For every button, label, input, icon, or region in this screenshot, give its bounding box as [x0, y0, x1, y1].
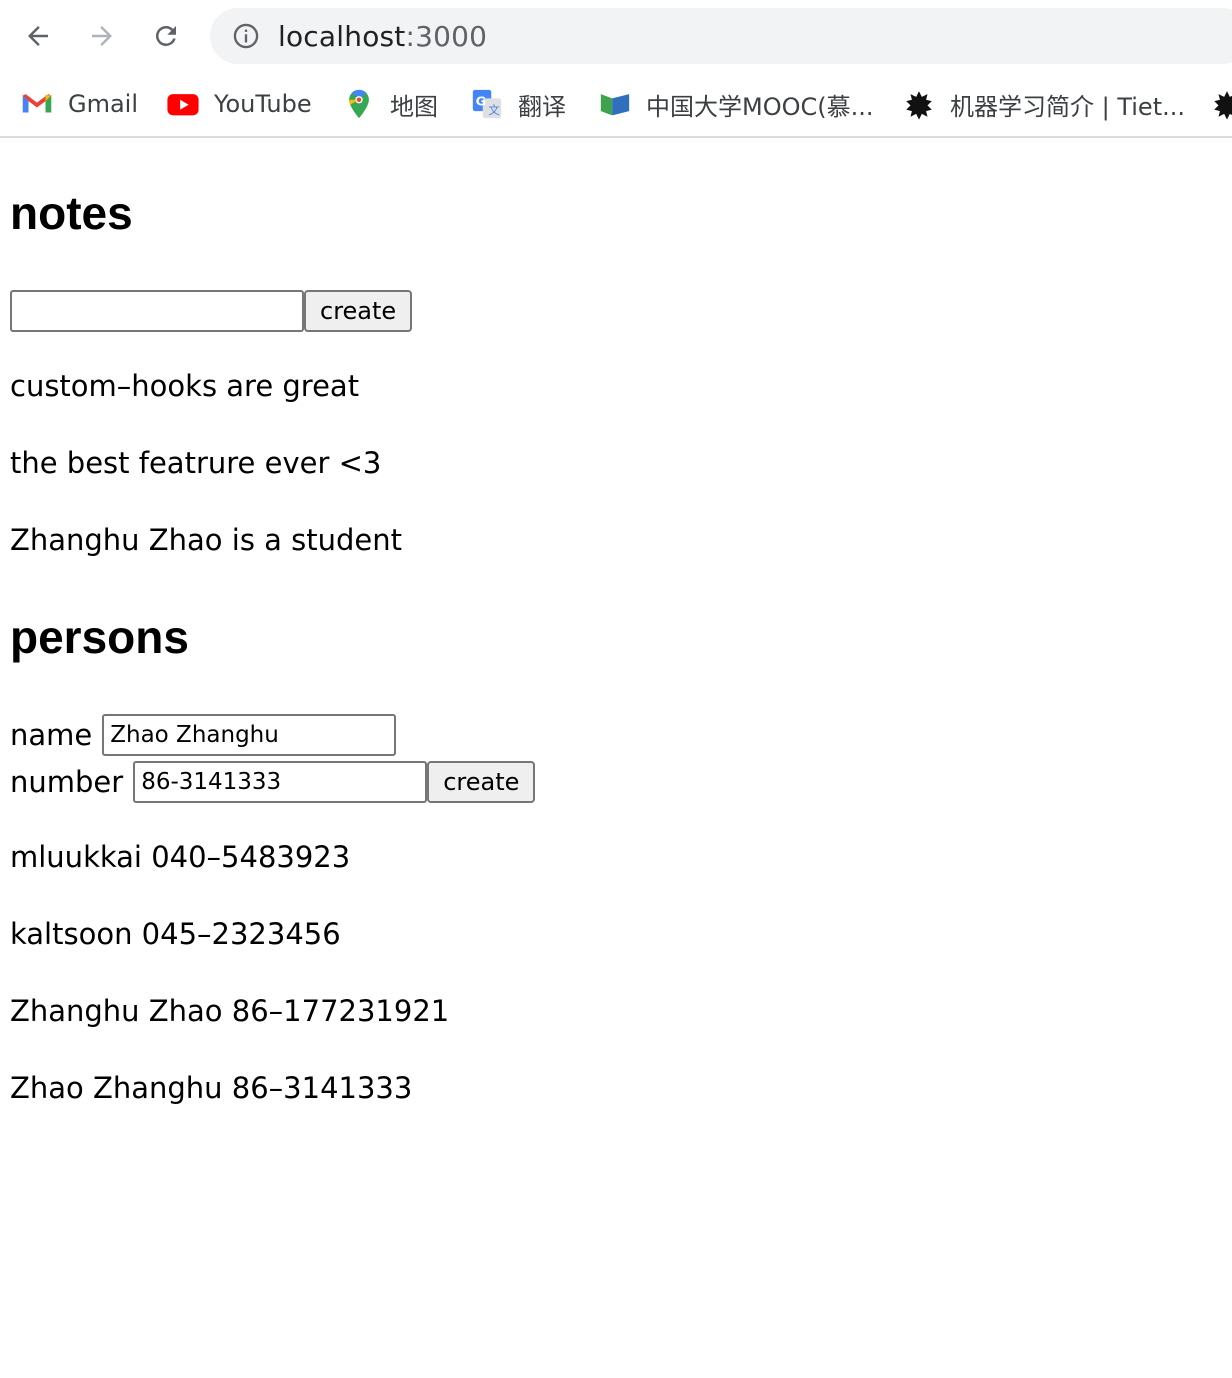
person-item: Zhao Zhanghu 86–3141333: [10, 1071, 413, 1105]
person-item: mluukkai 040–5483923: [10, 840, 351, 874]
bookmark-mooc[interactable]: 中国大学MOOC(慕...: [598, 84, 874, 124]
back-button[interactable]: [16, 14, 60, 58]
gmail-icon: [20, 87, 54, 121]
maps-icon: [342, 87, 376, 121]
bookmark-youtube[interactable]: YouTube: [166, 84, 312, 124]
name-label: name: [10, 718, 93, 752]
helsinki-icon: [902, 87, 936, 121]
persons-heading: persons: [10, 611, 189, 663]
person-create-button[interactable]: create: [427, 761, 536, 803]
person-item: kaltsoon 045–2323456: [10, 917, 341, 951]
youtube-icon: [166, 87, 200, 121]
person-number-row: number create: [10, 761, 536, 803]
svg-text:文: 文: [488, 103, 499, 117]
bookmark-translate[interactable]: G文 翻译: [470, 84, 566, 124]
person-number-input[interactable]: [133, 761, 428, 803]
reload-icon: [155, 25, 176, 46]
bookmark-helsinki[interactable]: 机器学习简介 | Tiet...: [902, 84, 1185, 124]
note-item: the best featrure ever <3: [10, 446, 382, 480]
note-input[interactable]: [10, 290, 304, 332]
bookmark-gmail[interactable]: Gmail: [20, 84, 138, 124]
bookmark-overflow[interactable]: [1210, 84, 1232, 124]
bookmarks-bar: Gmail YouTube 地图 G文 翻译 中国大学MOOC(慕... 机器学…: [0, 72, 1232, 138]
note-item: custom–hooks are great: [10, 369, 360, 403]
note-form: create: [10, 290, 413, 332]
forward-button[interactable]: [80, 14, 124, 58]
notes-heading: notes: [10, 187, 133, 239]
browser-toolbar: localhost:3000: [0, 0, 1232, 72]
mooc-icon: [598, 87, 632, 121]
address-bar[interactable]: localhost:3000: [210, 8, 1232, 64]
arrow-left-icon: [28, 26, 48, 46]
person-item: Zhanghu Zhao 86–177231921: [10, 994, 450, 1028]
reload-button[interactable]: [144, 14, 188, 58]
note-item: Zhanghu Zhao is a student: [10, 523, 402, 557]
arrow-right-icon: [92, 26, 112, 46]
helsinki-icon: [1210, 87, 1232, 121]
info-icon[interactable]: [232, 22, 260, 50]
url-text: localhost:3000: [278, 19, 488, 53]
person-name-row: name: [10, 714, 397, 756]
svg-text:G: G: [476, 94, 486, 109]
person-name-input[interactable]: [102, 714, 397, 756]
translate-icon: G文: [470, 87, 504, 121]
note-create-button[interactable]: create: [304, 290, 413, 332]
bookmark-maps[interactable]: 地图: [342, 84, 438, 124]
number-label: number: [10, 765, 124, 799]
